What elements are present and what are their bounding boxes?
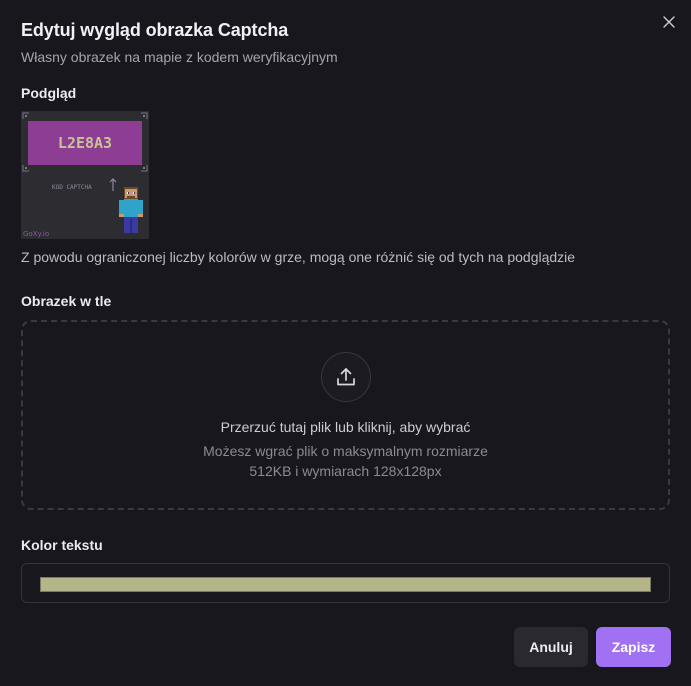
captcha-code-text: L2E8A3: [58, 134, 112, 152]
preview-color-note: Z powodu ograniczonej liczby kolorów w g…: [21, 249, 576, 265]
text-color-swatch[interactable]: [40, 577, 651, 592]
close-button[interactable]: [660, 13, 678, 31]
dropzone-instruction: Przerzuć tutaj plik lub kliknij, aby wyb…: [220, 419, 471, 435]
dialog-title: Edytuj wygląd obrazka Captcha: [21, 20, 289, 40]
text-color-label: Kolor tekstu: [21, 537, 103, 553]
cancel-button[interactable]: Anuluj: [514, 627, 588, 667]
captcha-preview-image: L2E8A3 KOD CAPTCHA GoXy.io: [21, 111, 149, 239]
save-button[interactable]: Zapisz: [596, 627, 671, 667]
watermark-text: GoXy.io: [23, 230, 49, 238]
upload-icon: [337, 368, 355, 386]
preview-label: Podgląd: [21, 85, 77, 101]
dropzone-constraints: Możesz wgrać plik o maksymalnym rozmiarz…: [23, 441, 668, 481]
background-label: Obrazek w tle: [21, 293, 112, 309]
dropzone-constraints-line2: 512KB i wymiarach 128x128px: [249, 463, 442, 479]
edit-captcha-dialog: Edytuj wygląd obrazka Captcha Własny obr…: [0, 0, 691, 686]
background-dropzone[interactable]: Przerzuć tutaj plik lub kliknij, aby wyb…: [21, 320, 670, 510]
close-icon: [663, 16, 675, 28]
captcha-caption-text: KOD CAPTCHA: [52, 184, 92, 191]
upload-button[interactable]: [321, 352, 371, 402]
text-color-picker[interactable]: [21, 563, 670, 603]
dropzone-constraints-line1: Możesz wgrać plik o maksymalnym rozmiarz…: [203, 443, 488, 459]
dialog-subtitle: Własny obrazek na mapie z kodem weryfika…: [21, 49, 338, 65]
